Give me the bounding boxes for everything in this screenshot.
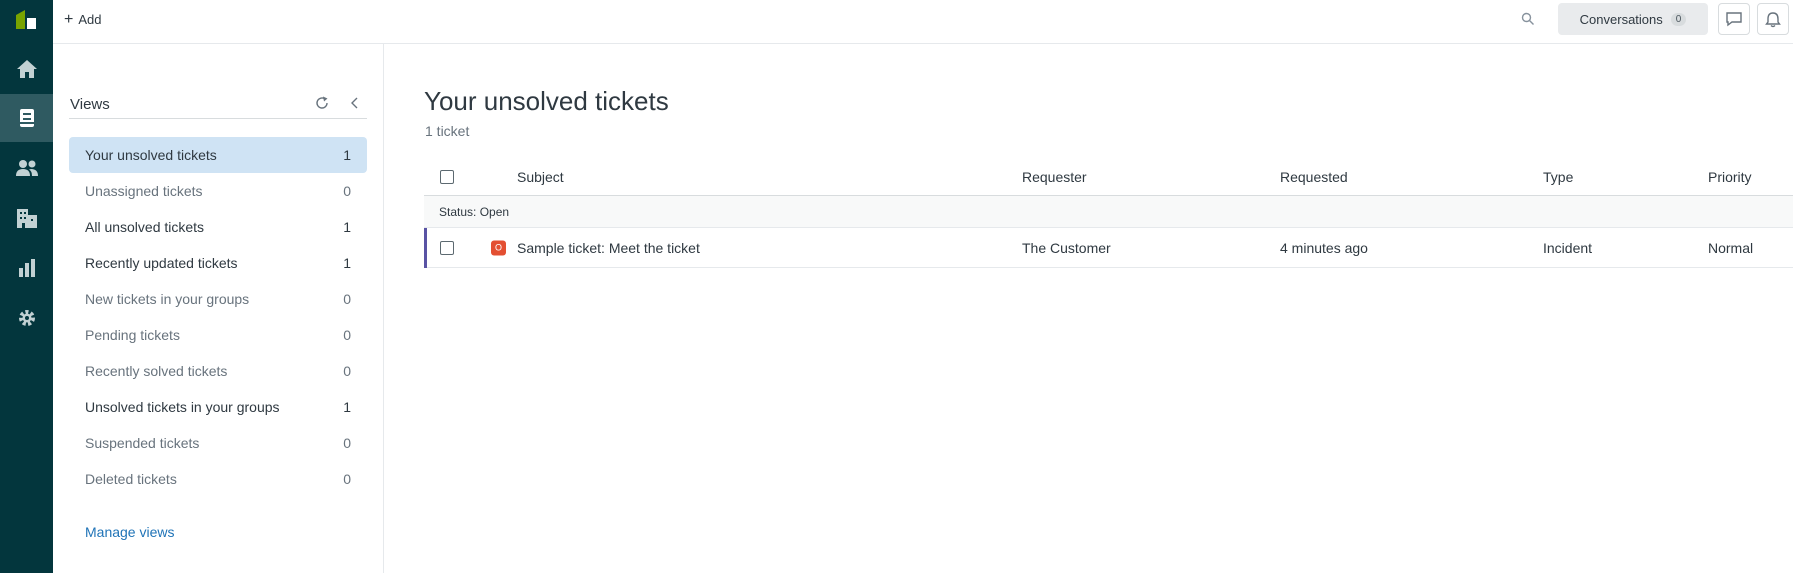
- notifications-bell-icon[interactable]: [1757, 3, 1789, 35]
- customers-icon[interactable]: [0, 144, 53, 192]
- tickets-table: Subject Requester Requested Type Priorit…: [424, 158, 1793, 268]
- view-item-deleted[interactable]: Deleted tickets 0: [69, 461, 367, 497]
- view-item-count: 0: [343, 471, 351, 487]
- ticket-requester: The Customer: [1022, 239, 1111, 256]
- row-marker: [424, 228, 427, 268]
- chevron-left-icon[interactable]: [347, 95, 363, 116]
- organizations-icon[interactable]: [0, 194, 53, 242]
- zendesk-logo[interactable]: [12, 9, 40, 33]
- view-item-recently-solved[interactable]: Recently solved tickets 0: [69, 353, 367, 389]
- view-item-label: Recently updated tickets: [85, 255, 238, 271]
- main-content: Your unsolved tickets 1 ticket Subject R…: [385, 44, 1793, 573]
- view-item-count: 0: [343, 363, 351, 379]
- view-item-your-unsolved[interactable]: Your unsolved tickets 1: [69, 137, 367, 173]
- top-bar: + Add Conversations 0: [53, 0, 1793, 44]
- view-item-label: Your unsolved tickets: [85, 147, 217, 163]
- group-row-status: Status: Open: [424, 196, 1793, 228]
- conversations-count-badge: 0: [1670, 12, 1687, 26]
- views-header: Views: [69, 89, 367, 119]
- views-icon[interactable]: [0, 94, 53, 142]
- page-title: Your unsolved tickets: [424, 86, 669, 116]
- column-header-requested[interactable]: Requested: [1280, 169, 1348, 185]
- table-row[interactable]: O Sample ticket: Meet the ticket The Cus…: [424, 228, 1793, 268]
- refresh-icon[interactable]: [314, 95, 330, 116]
- conversations-button[interactable]: Conversations 0: [1558, 3, 1708, 35]
- view-item-count: 1: [343, 399, 351, 415]
- search-icon[interactable]: [1521, 12, 1539, 30]
- view-item-count: 0: [343, 435, 351, 451]
- add-button-label: Add: [78, 12, 102, 27]
- views-panel: Views Your unsolved tickets 1 Unassigned…: [53, 44, 384, 573]
- add-button[interactable]: + Add: [64, 11, 102, 28]
- view-item-count: 0: [343, 291, 351, 307]
- view-item-label: Recently solved tickets: [85, 363, 228, 379]
- view-item-count: 1: [343, 255, 351, 271]
- manage-views-link[interactable]: Manage views: [85, 524, 175, 540]
- status-badge: O: [491, 240, 506, 255]
- conversations-label: Conversations: [1579, 11, 1663, 27]
- views-title: Views: [70, 96, 110, 113]
- view-item-count: 1: [343, 147, 351, 163]
- view-item-label: New tickets in your groups: [85, 291, 250, 307]
- view-item-label: Unsolved tickets in your groups: [85, 399, 280, 415]
- view-item-label: Deleted tickets: [85, 471, 177, 487]
- ticket-type: Incident: [1543, 239, 1593, 256]
- ticket-subject[interactable]: Sample ticket: Meet the ticket: [517, 240, 700, 256]
- view-item-unsolved-in-groups[interactable]: Unsolved tickets in your groups 1: [69, 389, 367, 425]
- group-label: Status: Open: [439, 204, 510, 219]
- view-item-label: Unassigned tickets: [85, 183, 203, 199]
- chat-icon[interactable]: [1718, 3, 1750, 35]
- view-item-label: Suspended tickets: [85, 435, 200, 451]
- home-icon[interactable]: [0, 45, 53, 93]
- view-item-count: 0: [343, 183, 351, 199]
- view-item-suspended[interactable]: Suspended tickets 0: [69, 425, 367, 461]
- table-header: Subject Requester Requested Type Priorit…: [424, 158, 1793, 196]
- view-item-new-in-groups[interactable]: New tickets in your groups 0: [69, 281, 367, 317]
- view-item-count: 1: [343, 219, 351, 235]
- plus-icon: +: [64, 11, 74, 28]
- ticket-requested: 4 minutes ago: [1280, 239, 1368, 256]
- column-header-type[interactable]: Type: [1543, 169, 1573, 185]
- view-list: Your unsolved tickets 1 Unassigned ticke…: [69, 137, 367, 497]
- reporting-icon[interactable]: [0, 244, 53, 292]
- view-item-recently-updated[interactable]: Recently updated tickets 1: [69, 245, 367, 281]
- view-item-label: Pending tickets: [85, 327, 180, 343]
- select-all-checkbox[interactable]: [440, 169, 454, 184]
- row-checkbox[interactable]: [440, 240, 454, 255]
- nav-rail: [0, 0, 53, 573]
- column-header-priority[interactable]: Priority: [1708, 169, 1752, 185]
- view-item-unassigned[interactable]: Unassigned tickets 0: [69, 173, 367, 209]
- admin-icon[interactable]: [0, 294, 53, 342]
- ticket-priority: Normal: [1708, 239, 1754, 256]
- view-item-count: 0: [343, 327, 351, 343]
- view-item-all-unsolved[interactable]: All unsolved tickets 1: [69, 209, 367, 245]
- column-header-subject[interactable]: Subject: [517, 169, 564, 185]
- view-item-pending[interactable]: Pending tickets 0: [69, 317, 367, 353]
- ticket-count: 1 ticket: [425, 123, 470, 139]
- view-item-label: All unsolved tickets: [85, 219, 205, 235]
- column-header-requester[interactable]: Requester: [1022, 169, 1087, 185]
